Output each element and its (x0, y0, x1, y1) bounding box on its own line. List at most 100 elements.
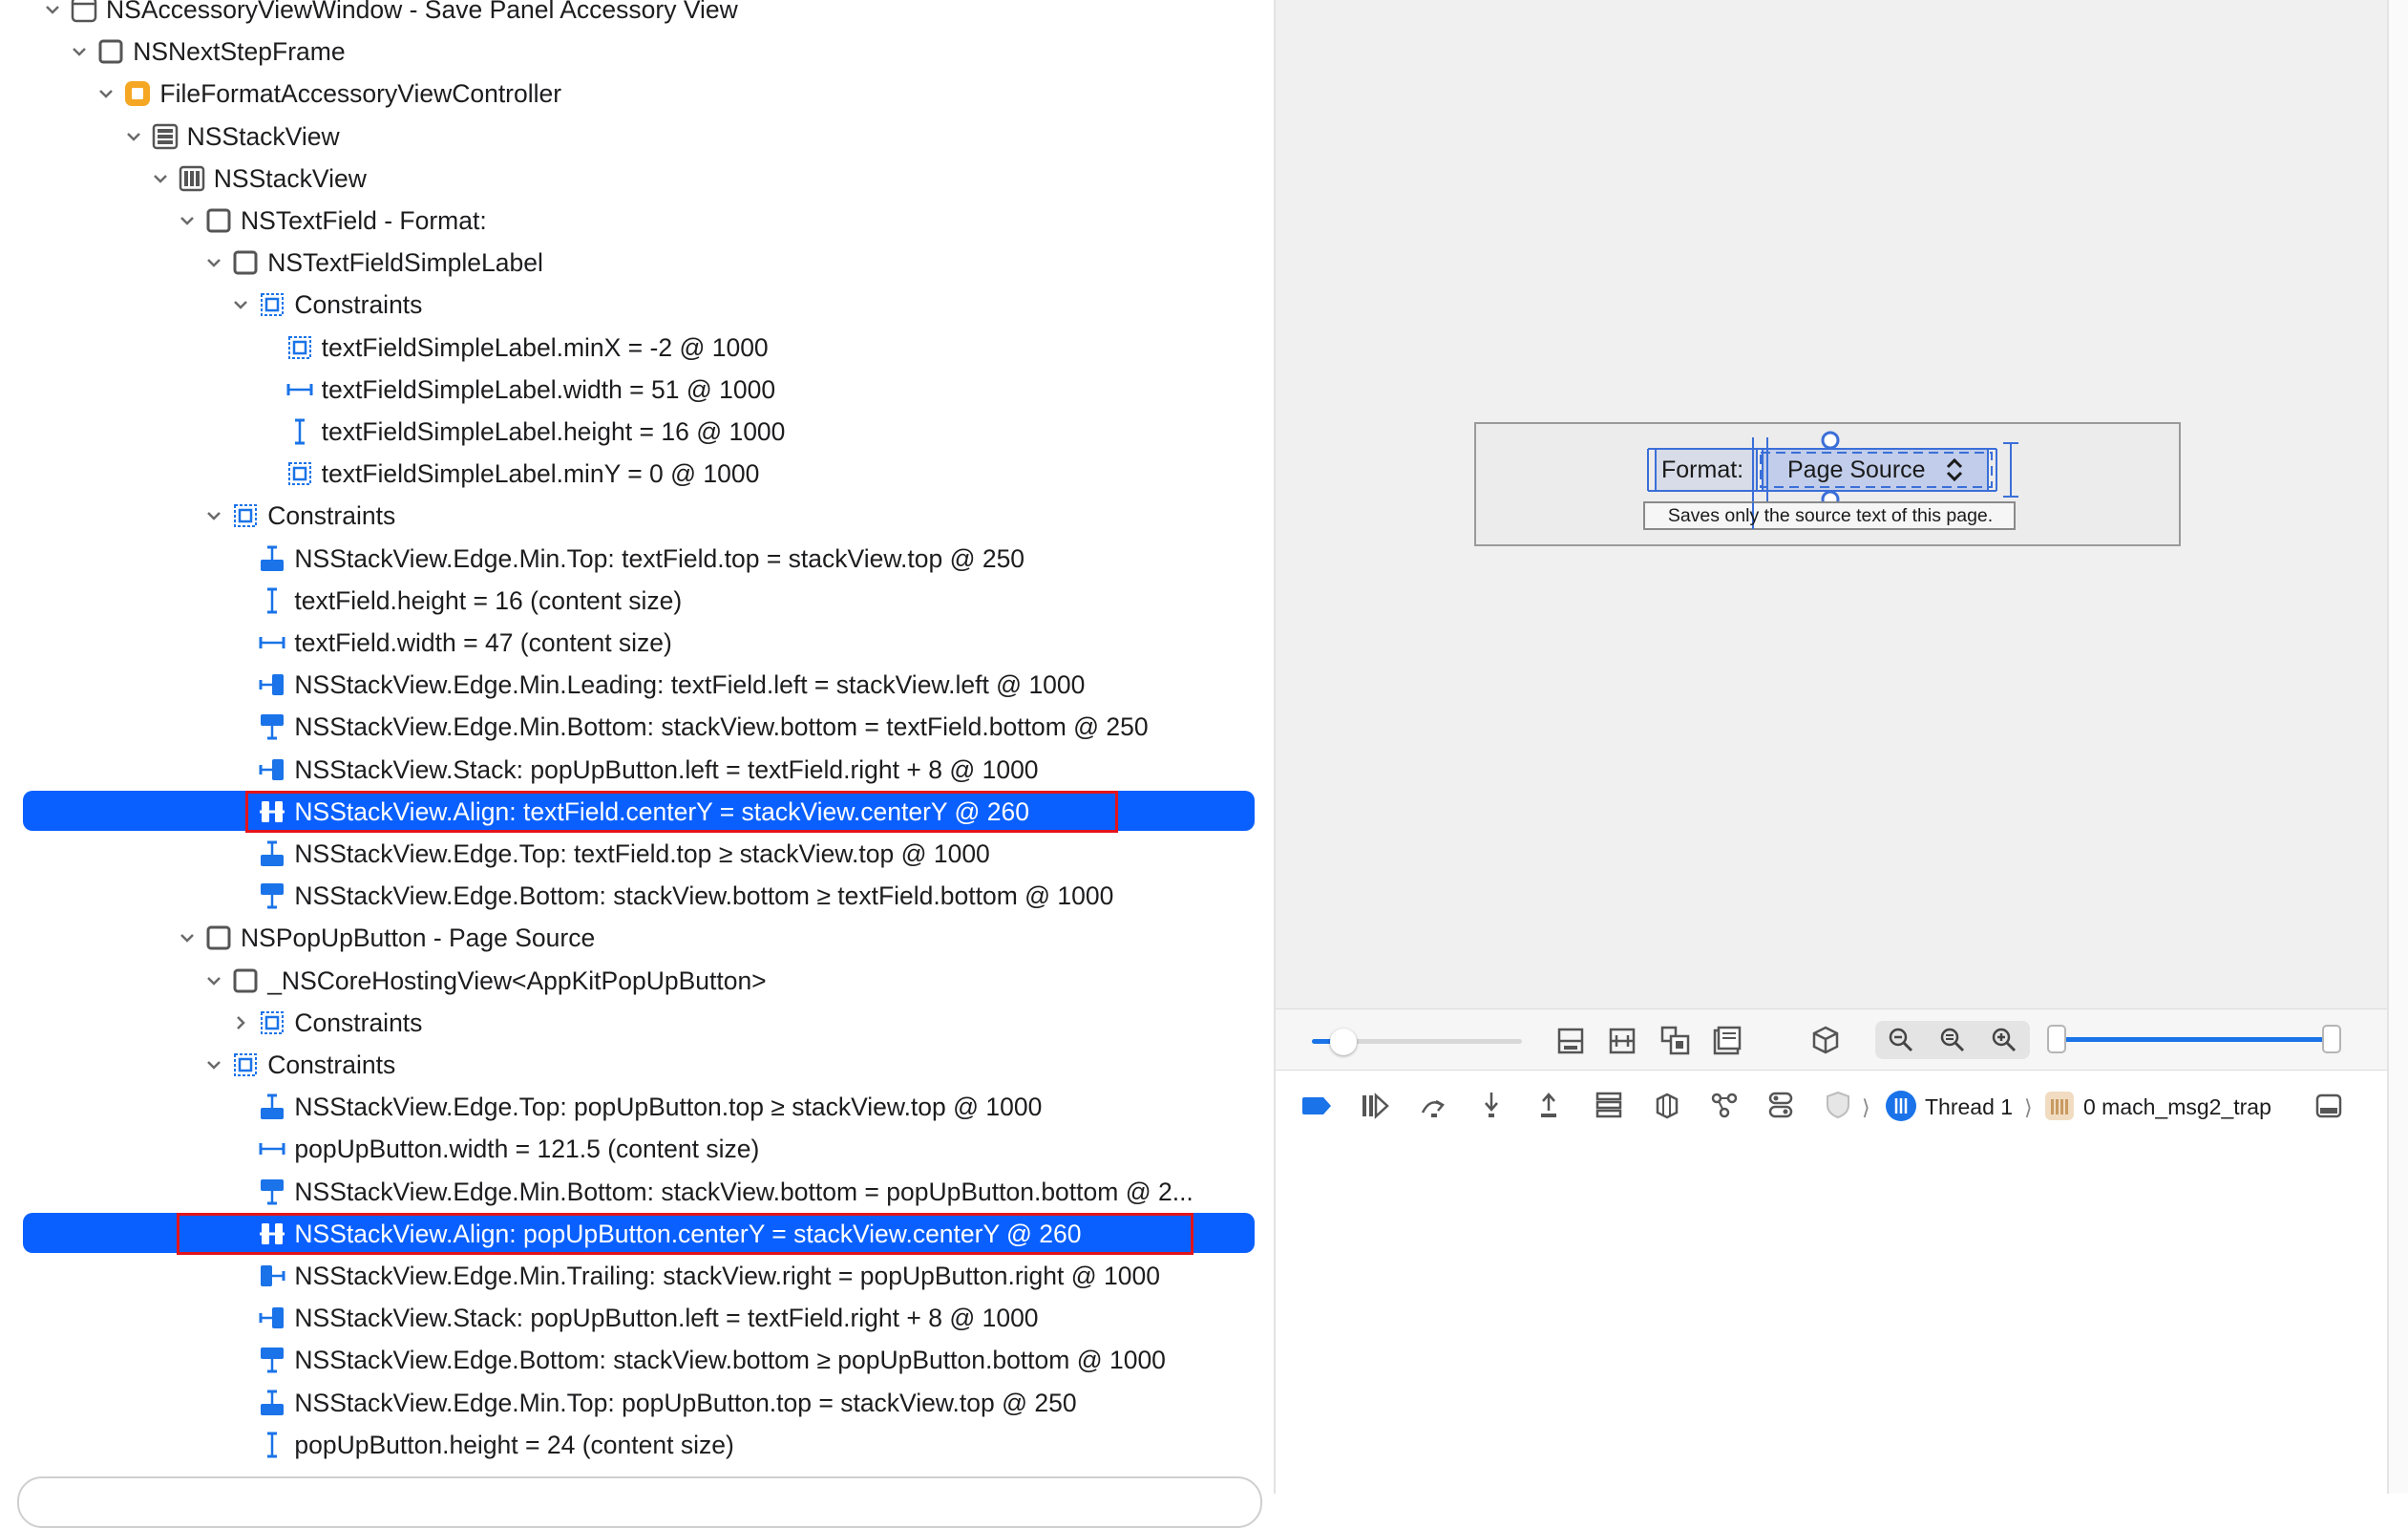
outline-row[interactable]: NSNextStepFrame (0, 31, 1274, 73)
zoom-actual-icon[interactable] (1938, 1026, 1967, 1054)
frame-label[interactable]: 0 mach_msg2_trap (2083, 1088, 2271, 1126)
changed-frames-icon[interactable] (1711, 1025, 1743, 1057)
range-end-handle[interactable] (2322, 1025, 2341, 1053)
outline-row[interactable]: NSStackView.Stack: popUpButton.left = te… (0, 749, 1274, 791)
chevron-down-icon[interactable] (146, 158, 175, 200)
chevron-down-icon[interactable] (38, 0, 67, 31)
chevron-down-icon[interactable] (200, 1044, 228, 1086)
view-hierarchy-outline[interactable]: NSAccessoryViewWindow - Save Panel Acces… (0, 0, 1274, 1494)
outline-row[interactable]: NSStackView.Stack: popUpButton.left = te… (0, 1297, 1274, 1339)
environment-icon[interactable] (1709, 1090, 1740, 1120)
scrollbar[interactable] (2387, 0, 2408, 1494)
outline-row[interactable]: FileFormatAccessoryViewController (0, 73, 1274, 115)
stack-horizontal-icon (178, 164, 206, 193)
outline-row-selected[interactable]: NSStackView.Align: textField.centerY = s… (0, 790, 1274, 833)
continue-icon[interactable] (1360, 1092, 1390, 1120)
slider-knob[interactable] (1330, 1029, 1357, 1055)
bottom-constraint-icon (258, 712, 286, 741)
chevron-down-icon[interactable] (173, 200, 201, 242)
step-over-icon[interactable] (1419, 1092, 1449, 1120)
chevron-right-icon: ⟩ (2024, 1095, 2033, 1119)
outline-row[interactable]: NSStackView (0, 116, 1274, 158)
view-icon (231, 966, 260, 995)
outline-row-label: Constraints (267, 1050, 396, 1079)
outline-row[interactable]: NSStackView.Edge.Bottom: stackView.botto… (0, 1339, 1274, 1381)
window-icon (70, 0, 98, 24)
outline-row[interactable]: textFieldSimpleLabel.minY = 0 @ 1000 (0, 453, 1274, 495)
center-y-constraint-icon (258, 1220, 286, 1248)
width-constraint-icon (285, 375, 314, 404)
chevron-down-icon[interactable] (200, 495, 228, 537)
outline-row[interactable]: Constraints (0, 1002, 1274, 1044)
outline-row[interactable]: textFieldSimpleLabel.height = 16 @ 1000 (0, 411, 1274, 453)
outline-row[interactable]: NSStackView.Edge.Min.Trailing: stackView… (0, 1255, 1274, 1297)
outline-row-label: NSStackView.Edge.Top: textField.top ≥ st… (294, 839, 990, 868)
chevron-down-icon[interactable] (226, 284, 255, 326)
constraints-icon (231, 501, 260, 530)
outline-row-label: _NSCoreHostingView<AppKitPopUpButton> (267, 966, 767, 995)
chevron-down-icon[interactable] (119, 116, 148, 158)
outline-row[interactable]: NSStackView (0, 158, 1274, 200)
outline-row-label: NSStackView.Stack: popUpButton.left = te… (294, 754, 1039, 784)
toggle-console-icon[interactable] (2314, 1092, 2343, 1120)
outline-row[interactable]: _NSCoreHostingView<AppKitPopUpButton> (0, 960, 1274, 1002)
step-out-icon[interactable] (1535, 1090, 1562, 1120)
show-constraints-icon[interactable] (1608, 1027, 1637, 1055)
thread-icon (1885, 1090, 1917, 1122)
zoom-in-icon[interactable] (1990, 1026, 2018, 1054)
outline-row[interactable]: NSStackView.Edge.Min.Bottom: stackView.b… (0, 1171, 1274, 1213)
range-start-handle[interactable] (2047, 1025, 2066, 1053)
3d-cube-icon[interactable] (1810, 1025, 1841, 1055)
accessory-view-preview[interactable]: Format: Page Source Saves only the sourc… (1474, 422, 2181, 546)
chevron-down-icon[interactable] (65, 31, 94, 73)
step-into-icon[interactable] (1478, 1090, 1505, 1120)
outline-row[interactable]: NSStackView.Edge.Top: textField.top ≥ st… (0, 833, 1274, 875)
shield-icon[interactable] (1824, 1090, 1852, 1120)
chevron-down-icon[interactable] (200, 242, 228, 284)
constraints-icon (258, 1008, 286, 1037)
thread-label[interactable]: Thread 1 (1925, 1088, 2013, 1126)
outline-row[interactable]: Constraints (0, 284, 1274, 326)
outline-row[interactable]: Constraints (0, 495, 1274, 537)
outline-row-label: popUpButton.height = 24 (content size) (294, 1430, 734, 1459)
leading-constraint-icon (258, 755, 286, 784)
outline-row[interactable]: NSStackView.Edge.Min.Top: textField.top … (0, 538, 1274, 580)
range-slider[interactable] (2047, 1023, 2345, 1057)
console-area[interactable] (1276, 1141, 2387, 1494)
outline-row[interactable]: popUpButton.height = 24 (content size) (0, 1424, 1274, 1466)
outline-row[interactable]: Constraints (0, 1044, 1274, 1086)
outline-row[interactable]: NSStackView.Edge.Bottom: stackView.botto… (0, 875, 1274, 917)
location-icon[interactable] (1766, 1090, 1795, 1120)
chevron-down-icon[interactable] (200, 960, 228, 1002)
outline-row[interactable]: NSStackView.Edge.Min.Bottom: stackView.b… (0, 706, 1274, 748)
outline-row[interactable]: NSStackView.Edge.Min.Top: popUpButton.to… (0, 1382, 1274, 1424)
outline-row-label: NSStackView.Edge.Min.Trailing: stackView… (294, 1262, 1160, 1290)
show-frames-icon[interactable] (1659, 1025, 1692, 1057)
outline-row[interactable]: NSTextFieldSimpleLabel (0, 242, 1274, 284)
outline-row[interactable]: textField.height = 16 (content size) (0, 580, 1274, 622)
outline-row[interactable]: popUpButton.width = 121.5 (content size) (0, 1128, 1274, 1170)
clip-content-icon[interactable] (1556, 1027, 1585, 1055)
outline-row[interactable]: NSStackView.Edge.Min.Leading: textField.… (0, 664, 1274, 706)
outline-row-label: NSStackView.Edge.Bottom: stackView.botto… (294, 1346, 1166, 1375)
chevron-right-icon[interactable] (226, 1002, 255, 1044)
spacing-slider[interactable] (1312, 1029, 1522, 1055)
outline-row[interactable]: textField.width = 47 (content size) (0, 622, 1274, 664)
outline-row[interactable]: NSPopUpButton - Page Source (0, 917, 1274, 959)
outline-row-selected[interactable]: NSStackView.Align: popUpButton.centerY =… (0, 1212, 1274, 1255)
popup-value[interactable]: Page Source (1787, 451, 1926, 489)
zoom-out-icon[interactable] (1887, 1026, 1915, 1054)
chevron-down-icon[interactable] (92, 73, 120, 115)
outline-row[interactable]: NSTextField - Format: (0, 200, 1274, 242)
outline-row[interactable]: textFieldSimpleLabel.width = 51 @ 1000 (0, 369, 1274, 411)
constraint-handle[interactable] (1821, 431, 1840, 450)
top-constraint-icon (258, 1389, 286, 1417)
outline-row[interactable]: NSAccessoryViewWindow - Save Panel Acces… (0, 0, 1274, 31)
breakpoints-toggle-icon[interactable] (1300, 1095, 1333, 1116)
view-hierarchy-icon[interactable] (1595, 1090, 1623, 1120)
outline-row[interactable]: textFieldSimpleLabel.minX = -2 @ 1000 (0, 327, 1274, 369)
outline-row[interactable]: NSStackView.Edge.Top: popUpButton.top ≥ … (0, 1086, 1274, 1128)
chevron-down-icon[interactable] (173, 917, 201, 959)
memory-graph-icon[interactable] (1652, 1090, 1680, 1120)
filter-field[interactable] (17, 1476, 1262, 1528)
